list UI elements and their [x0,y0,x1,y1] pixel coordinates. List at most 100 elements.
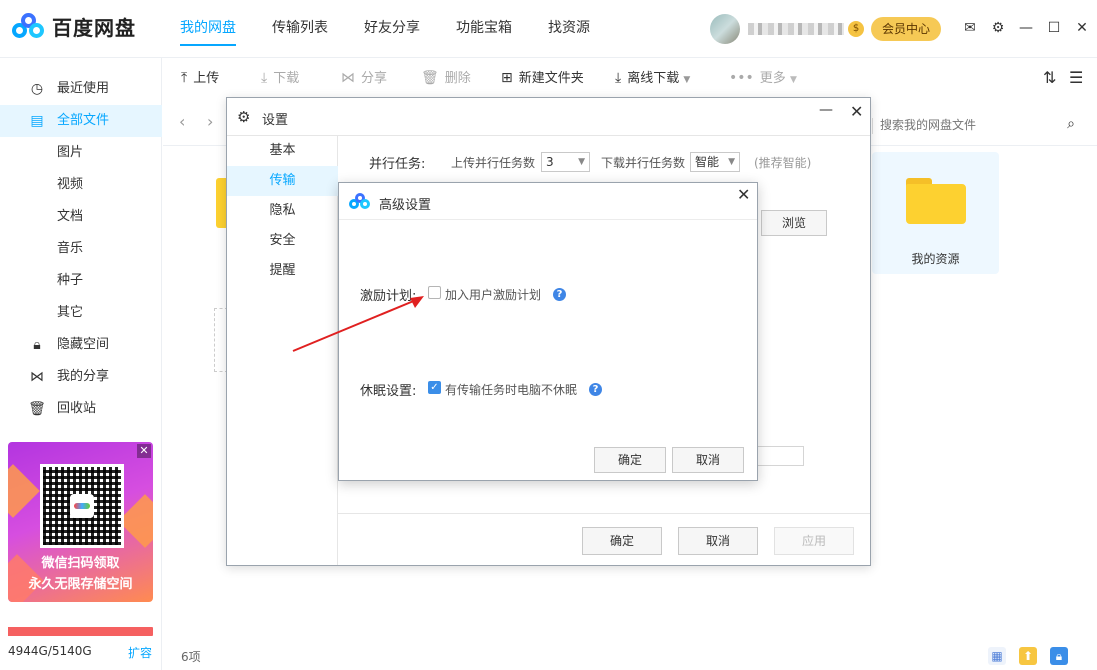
app-logo[interactable]: 百度网盘 [12,12,136,41]
sleep-label: 休眠设置: [360,384,417,399]
avatar[interactable] [710,14,740,44]
nav-tab-my-disk[interactable]: 我的网盘 [180,0,236,58]
settings-titlebar: ⚙ 设置 — ✕ [227,98,870,136]
nav-tab-toolbox[interactable]: 功能宝箱 [456,0,512,58]
share-button[interactable]: ⋈ 分享 [341,58,387,98]
divider [339,219,757,220]
search-icon[interactable]: ⌕ [1067,116,1075,132]
file-icon: ▤ [30,113,44,129]
tab-privacy[interactable]: 隐私 [227,196,338,226]
vip-level-icon: $ [848,21,864,37]
chevron-down-icon: ▼ [728,157,735,167]
upload-queue-icon[interactable]: ⬆ [1019,647,1037,665]
nav-tab-friend-share[interactable]: 好友分享 [364,0,420,58]
incentive-checkbox[interactable] [428,286,441,299]
search-box[interactable]: ⌕ [880,112,1085,138]
sidebar-item-music[interactable]: 音乐 [0,233,162,265]
incentive-checkbox-label[interactable]: 加入用户激励计划 [445,286,541,303]
file-toolbar: ⤒ 上传 ⤓ 下载 ⋈ 分享 🗑︎ 删除 ⊞ 新建文件夹 ⤓ 离线下载 ▼ ••• 更多 ▼ … [163,58,1097,98]
sidebar-item-images[interactable]: 图片 [0,137,162,169]
settings-title: 设置 [262,113,289,128]
trash-icon: 🗑︎ [421,70,439,86]
advanced-cancel-button[interactable]: 取消 [672,447,744,473]
upload-button[interactable]: ⤒ 上传 [181,58,219,98]
share-icon: ⋈ [30,369,44,385]
settings-apply-button[interactable]: 应用 [774,527,854,555]
sleep-checkbox-label[interactable]: 有传输任务时电脑不休眠 [445,381,577,398]
baidu-netdisk-logo-icon [349,193,371,209]
expand-storage-link[interactable]: 扩容 [128,644,152,661]
browse-button[interactable]: 浏览 [761,210,827,236]
advanced-title: 高级设置 [379,198,432,213]
close-icon[interactable]: ✕ [850,102,863,121]
recommend-hint: (推荐智能) [754,156,812,170]
advanced-ok-button[interactable]: 确定 [594,447,666,473]
sidebar-item-recent[interactable]: ◷ 最近使用 [0,73,162,105]
sort-icon[interactable]: ⇅ [1043,68,1056,87]
minimize-icon[interactable]: — [819,102,833,118]
more-button[interactable]: ••• 更多 ▼ [729,58,797,98]
tab-transfer[interactable]: 传输 [227,166,338,196]
back-arrow-icon[interactable]: ‹ [179,112,185,131]
sidebar-item-recycle-bin[interactable]: 🗑︎ 回收站 [0,393,162,425]
username-blurred [748,23,844,35]
quota-bar [8,627,153,636]
search-input[interactable] [880,112,1050,138]
sidebar-item-docs[interactable]: 文档 [0,201,162,233]
sidebar-item-other[interactable]: 其它 [0,297,162,329]
settings-cancel-button[interactable]: 取消 [678,527,758,555]
download-parallel-label: 下载并行任务数 [601,156,686,170]
mail-icon[interactable]: ✉ [962,20,978,36]
sleep-checkbox[interactable]: ✓ [428,381,441,394]
promo-banner[interactable]: 微信扫码领取 永久无限存储空间 ✕ [8,442,153,602]
sidebar-item-all-files[interactable]: ▤ 全部文件 [0,105,162,137]
new-folder-button[interactable]: ⊞ 新建文件夹 [501,58,584,98]
download-parallel-select[interactable]: 智能 ▼ [690,152,740,172]
maximize-icon[interactable]: ☐ [1046,20,1062,36]
chevron-down-icon: ▼ [578,157,585,167]
nav-tab-find-resources[interactable]: 找资源 [548,0,590,58]
app-title: 百度网盘 [52,16,136,40]
close-icon[interactable]: ✕ [1074,20,1090,36]
upload-parallel-select[interactable]: 3 ▼ [541,152,590,172]
lock-icon[interactable]: 🔒︎ [1050,647,1068,665]
download-button[interactable]: ⤓ 下载 [261,58,299,98]
promo-decoration [8,464,40,518]
main-nav: 我的网盘 传输列表 好友分享 功能宝箱 找资源 [180,0,626,58]
window-controls: ✉ ⚙ — ☐ ✕ [962,20,1097,36]
minimize-icon[interactable]: — [1018,20,1034,36]
quota-text: 4944G/5140G [8,644,92,658]
gear-icon: ⚙ [237,108,251,126]
list-view-icon[interactable]: ☰ [1069,68,1083,87]
settings-footer-divider [338,513,870,514]
apps-grid-icon[interactable]: ▦ [988,647,1006,665]
path-input-partial[interactable] [756,446,804,466]
annotation-arrow [292,296,424,352]
sidebar-item-hidden-space[interactable]: 🔒︎ 隐藏空间 [0,329,162,361]
sidebar-item-videos[interactable]: 视频 [0,169,162,201]
tab-security[interactable]: 安全 [227,226,338,256]
offline-download-button[interactable]: ⤓ 离线下载 ▼ [615,58,690,98]
forward-arrow-icon[interactable]: › [207,112,213,131]
tab-reminder[interactable]: 提醒 [227,256,338,286]
chevron-down-icon: ▼ [683,75,691,85]
vip-center-button[interactable]: 会员中心 [871,17,941,41]
top-bar: 百度网盘 我的网盘 传输列表 好友分享 功能宝箱 找资源 $ 会员中心 ✉ ⚙ … [0,0,1097,58]
chevron-down-icon: ▼ [789,75,797,85]
lock-icon: 🔒︎ [33,337,41,353]
settings-ok-button[interactable]: 确定 [582,527,662,555]
user-area[interactable]: $ [710,14,864,44]
delete-button[interactable]: 🗑︎ 删除 [421,58,471,98]
baidu-netdisk-logo-icon [12,12,46,41]
settings-icon[interactable]: ⚙ [990,20,1006,36]
help-icon[interactable]: ? [553,288,566,301]
sidebar-item-my-share[interactable]: ⋈ 我的分享 [0,361,162,393]
nav-tab-transfers[interactable]: 传输列表 [272,0,328,58]
folder-icon [906,178,966,224]
tab-basic[interactable]: 基本 [227,136,338,166]
promo-close-icon[interactable]: ✕ [137,444,151,458]
sidebar-item-torrents[interactable]: 种子 [0,265,162,297]
help-icon[interactable]: ? [589,383,602,396]
folder-card[interactable]: 我的资源 [872,152,999,274]
close-icon[interactable]: ✕ [737,185,750,204]
